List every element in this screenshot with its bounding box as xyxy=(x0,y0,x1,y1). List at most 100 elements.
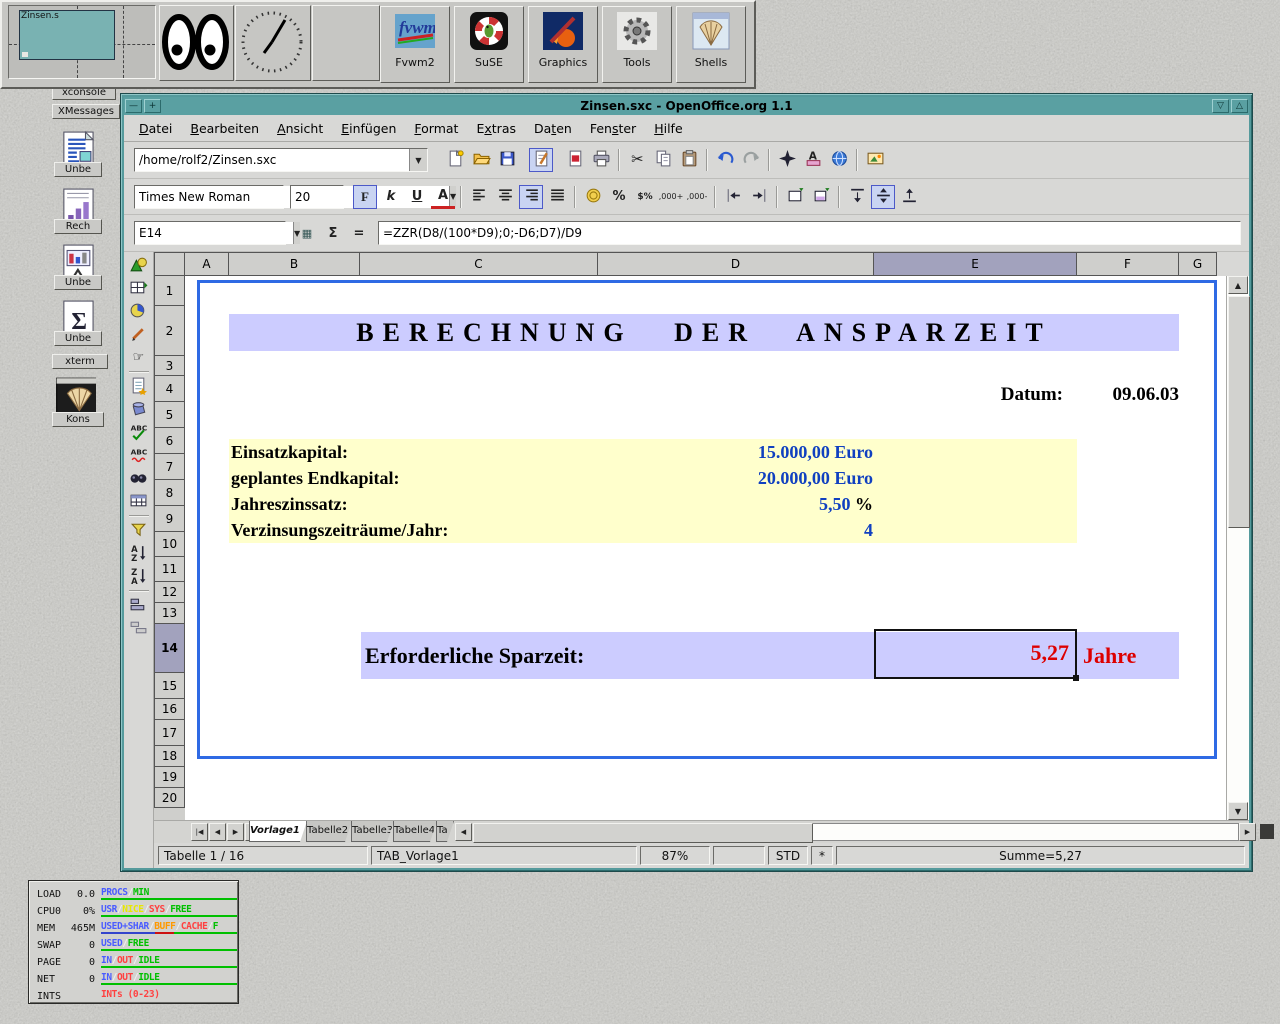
row-header-6[interactable]: 6 xyxy=(154,428,185,454)
align-top-button[interactable] xyxy=(845,185,869,209)
icon-shell[interactable] xyxy=(54,375,96,415)
xeyes-button[interactable] xyxy=(159,5,234,81)
icon-label[interactable]: Unbe xyxy=(54,331,102,346)
row-header-9[interactable]: 9 xyxy=(154,506,185,532)
form-controls-button[interactable]: ☞ xyxy=(127,346,151,369)
app-button-graphics[interactable]: Graphics xyxy=(528,6,598,83)
desktop-pager[interactable]: Zinsen.s xyxy=(8,5,156,79)
align-bottom-button[interactable] xyxy=(897,185,921,209)
column-header-F[interactable]: F xyxy=(1077,252,1179,276)
icon-label[interactable]: XMessages xyxy=(52,104,120,119)
horizontal-scroll-thumb[interactable] xyxy=(473,823,813,843)
column-header-G[interactable]: G xyxy=(1179,252,1217,276)
print-button[interactable] xyxy=(589,148,613,172)
sort-ascending-button[interactable]: AZ xyxy=(127,542,151,565)
font-name-input[interactable] xyxy=(135,186,293,208)
scroll-down-button[interactable]: ▼ xyxy=(1228,802,1248,820)
open-button[interactable] xyxy=(469,148,493,172)
row-header-16[interactable]: 16 xyxy=(154,699,185,720)
icon-label[interactable]: xterm xyxy=(52,354,108,369)
autoformat-button[interactable] xyxy=(127,375,151,398)
input-block[interactable]: Einsatzkapital:15.000,00 Eurogeplantes E… xyxy=(229,439,1077,543)
formula-input[interactable] xyxy=(379,222,1240,244)
menu-datei[interactable]: Datei xyxy=(130,118,181,139)
font-size-combo[interactable]: ▼ xyxy=(290,185,344,209)
row-header-5[interactable]: 5 xyxy=(154,402,185,428)
redo-button[interactable] xyxy=(739,148,763,172)
row-header-15[interactable]: 15 xyxy=(154,673,185,699)
menu-bearbeiten[interactable]: Bearbeiten xyxy=(181,118,268,139)
menu-format[interactable]: Format xyxy=(405,118,467,139)
icon-label[interactable]: Unbe xyxy=(54,275,102,290)
window-iconify-button[interactable]: ▽ xyxy=(1212,99,1229,113)
gallery-button[interactable] xyxy=(863,148,887,172)
url-input[interactable] xyxy=(135,149,409,171)
date-row[interactable]: Datum:09.06.03 xyxy=(685,384,1179,408)
column-header-B[interactable]: B xyxy=(229,252,360,276)
status-zoom[interactable]: 87% xyxy=(640,846,710,865)
scroll-up-button[interactable]: ▲ xyxy=(1228,276,1248,294)
export-pdf-button[interactable] xyxy=(563,148,587,172)
column-header-D[interactable]: D xyxy=(598,252,874,276)
sheet-tab-tabelle2[interactable]: Tabelle2 xyxy=(306,821,352,842)
menu-fenster[interactable]: Fenster xyxy=(581,118,645,139)
themes-button[interactable] xyxy=(127,398,151,421)
row-header-8[interactable]: 8 xyxy=(154,480,185,506)
autofilter-button[interactable] xyxy=(127,519,151,542)
ungroup-button[interactable] xyxy=(127,617,151,640)
bold-button[interactable]: F xyxy=(353,185,377,209)
spreadsheet-grid[interactable]: BERECHNUNG DER ANSPARZEIT Datum:09.06.03… xyxy=(185,276,1226,820)
currency-format-button[interactable] xyxy=(581,185,605,209)
vertical-scroll-thumb[interactable] xyxy=(1228,296,1250,528)
sheet-tab-tabelle4[interactable]: Tabelle4 xyxy=(393,821,437,842)
align-right-button[interactable] xyxy=(519,185,543,209)
app-button-fvwm2[interactable]: fvwmFvwm2 xyxy=(380,6,450,83)
input-row[interactable]: geplantes Endkapital:20.000,00 Euro xyxy=(229,465,1077,491)
status-selection-mode[interactable]: STD xyxy=(768,846,808,865)
row-header-7[interactable]: 7 xyxy=(154,454,185,480)
italic-button[interactable]: k xyxy=(379,185,403,209)
function-button[interactable]: = xyxy=(347,221,371,245)
row-header-18[interactable]: 18 xyxy=(154,746,185,767)
next-sheet-button[interactable]: ▶ xyxy=(227,823,244,841)
input-row[interactable]: Verzinsungszeiträume/Jahr:4 xyxy=(229,517,1077,543)
sheet-tab-ta[interactable]: Ta xyxy=(436,821,454,842)
window-resize-grip[interactable] xyxy=(1260,824,1274,839)
window-menu-button[interactable]: — xyxy=(125,99,142,113)
icon-label[interactable]: Rech xyxy=(54,219,102,234)
url-dropdown-button[interactable]: ▼ xyxy=(409,149,427,171)
cell-reference-combo[interactable]: ▼ xyxy=(134,221,286,245)
sheet-tab-tabelle3[interactable]: Tabelle3 xyxy=(351,821,394,842)
increase-indent-button[interactable] xyxy=(747,185,771,209)
sort-descending-button[interactable]: ZA xyxy=(127,565,151,588)
empty-panel-button[interactable] xyxy=(312,5,380,81)
row-header-20[interactable]: 20 xyxy=(154,788,185,808)
cut-button[interactable]: ✂ xyxy=(625,148,649,172)
menu-einfgen[interactable]: Einfügen xyxy=(332,118,405,139)
edit-file-button[interactable] xyxy=(529,148,553,172)
app-button-tools[interactable]: Tools xyxy=(602,6,672,83)
previous-sheet-button[interactable]: ◀ xyxy=(209,823,226,841)
background-color-button[interactable] xyxy=(809,185,833,209)
new-document-button[interactable] xyxy=(443,148,467,172)
hscroll-left-button[interactable]: ◀ xyxy=(455,823,472,841)
row-header-12[interactable]: 12 xyxy=(154,582,185,603)
column-header-C[interactable]: C xyxy=(360,252,598,276)
row-header-2[interactable]: 2 xyxy=(154,306,185,356)
sum-button[interactable]: Σ xyxy=(321,221,345,245)
status-page-style[interactable]: TAB_Vorlage1 xyxy=(371,846,637,865)
window-maximize-button[interactable]: △ xyxy=(1231,99,1248,113)
app-button-suse[interactable]: SuSE xyxy=(454,6,524,83)
input-row[interactable]: Jahreszinssatz:5,50 % xyxy=(229,491,1077,517)
input-row[interactable]: Einsatzkapital:15.000,00 Euro xyxy=(229,439,1077,465)
row-header-19[interactable]: 19 xyxy=(154,767,185,788)
save-button[interactable] xyxy=(495,148,519,172)
decrease-indent-button[interactable] xyxy=(721,185,745,209)
select-all-corner[interactable] xyxy=(154,252,185,276)
data-sources-button[interactable] xyxy=(127,490,151,513)
spellcheck-button[interactable]: ABC xyxy=(127,421,151,444)
autospellcheck-button[interactable]: ABC xyxy=(127,444,151,467)
delete-decimal-button[interactable]: ,000- xyxy=(685,185,709,209)
cell-reference-input[interactable] xyxy=(135,222,293,244)
borders-button[interactable] xyxy=(783,185,807,209)
